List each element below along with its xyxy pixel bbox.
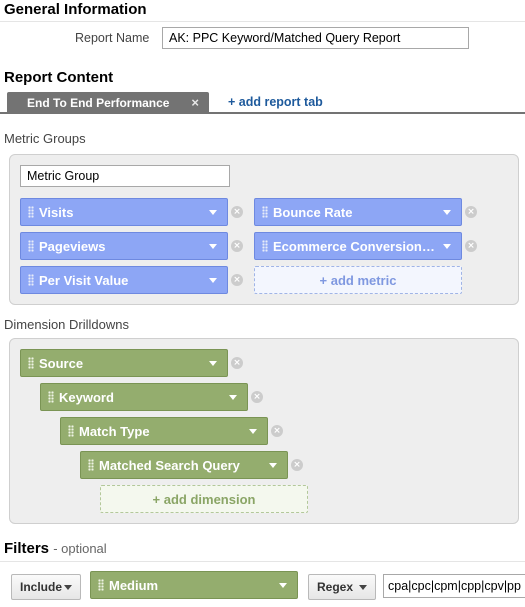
dimension-chip-match-type[interactable]: Match Type xyxy=(60,417,268,445)
add-dimension-button[interactable]: + add dimension xyxy=(100,485,308,513)
drag-handle-icon[interactable] xyxy=(28,357,34,369)
include-label: Include xyxy=(20,580,63,594)
metric-chip-ecommerce-conversion-rate[interactable]: Ecommerce Conversion Rate xyxy=(254,232,462,260)
add-report-tab-link[interactable]: + add report tab xyxy=(228,95,323,109)
metric-group-name-input[interactable] xyxy=(20,165,230,187)
report-name-input[interactable] xyxy=(162,27,469,49)
metric-chip-per-visit-value[interactable]: Per Visit Value xyxy=(20,266,228,294)
drag-handle-icon[interactable] xyxy=(28,206,34,218)
metric-label: Pageviews xyxy=(39,238,106,254)
drag-handle-icon[interactable] xyxy=(28,274,34,286)
remove-icon[interactable]: × xyxy=(291,459,303,471)
chevron-down-icon[interactable] xyxy=(443,243,451,249)
drag-handle-icon[interactable] xyxy=(28,240,34,252)
filters-heading: Filters - optional xyxy=(4,540,107,557)
dimension-label: Keyword xyxy=(59,389,114,405)
chevron-down-icon xyxy=(359,584,367,590)
chevron-down-icon[interactable] xyxy=(279,582,287,588)
chevron-down-icon[interactable] xyxy=(249,428,257,434)
metric-label: Bounce Rate xyxy=(273,204,353,220)
drag-handle-icon[interactable] xyxy=(88,459,94,471)
dimension-drilldowns-label: Dimension Drilldowns xyxy=(4,317,129,332)
close-icon[interactable]: × xyxy=(191,95,199,110)
add-metric-button[interactable]: + add metric xyxy=(254,266,462,294)
filter-dimension-label: Medium xyxy=(109,577,159,593)
metric-label: Per Visit Value xyxy=(39,272,129,288)
dimension-label: Matched Search Query xyxy=(99,457,240,473)
metric-chip-bounce-rate[interactable]: Bounce Rate xyxy=(254,198,462,226)
chevron-down-icon[interactable] xyxy=(269,462,277,468)
metric-label: Visits xyxy=(39,204,74,220)
tab-label: End To End Performance xyxy=(27,95,170,110)
divider xyxy=(0,561,525,562)
remove-icon[interactable]: × xyxy=(231,206,243,218)
filter-dimension-chip[interactable]: Medium xyxy=(90,571,298,599)
chevron-down-icon[interactable] xyxy=(229,394,237,400)
metric-label: Ecommerce Conversion Rate xyxy=(273,238,437,254)
chevron-down-icon[interactable] xyxy=(209,243,217,249)
remove-icon[interactable]: × xyxy=(231,274,243,286)
remove-icon[interactable]: × xyxy=(231,240,243,252)
chevron-down-icon[interactable] xyxy=(209,209,217,215)
drag-handle-icon[interactable] xyxy=(98,579,104,591)
optional-note: - optional xyxy=(53,541,107,556)
filter-value-input[interactable] xyxy=(383,574,525,598)
include-exclude-dropdown[interactable]: Include xyxy=(11,574,81,600)
dimension-chip-matched-search-query[interactable]: Matched Search Query xyxy=(80,451,288,479)
remove-icon[interactable]: × xyxy=(465,206,477,218)
filters-title: Filters xyxy=(4,540,50,557)
remove-icon[interactable]: × xyxy=(251,391,263,403)
chevron-down-icon xyxy=(64,584,72,590)
remove-icon[interactable]: × xyxy=(271,425,283,437)
dimension-label: Match Type xyxy=(79,423,150,439)
metric-chip-visits[interactable]: Visits xyxy=(20,198,228,226)
tab-bar-underline xyxy=(0,112,525,114)
remove-icon[interactable]: × xyxy=(231,357,243,369)
tab-end-to-end-performance[interactable]: End To End Performance × xyxy=(7,92,209,113)
chevron-down-icon[interactable] xyxy=(209,277,217,283)
match-type-label: Regex xyxy=(317,580,354,594)
metric-groups-label: Metric Groups xyxy=(4,131,86,146)
divider xyxy=(0,21,525,22)
general-info-heading: General Information xyxy=(4,1,147,18)
report-name-label: Report Name xyxy=(75,31,150,45)
metric-chip-pageviews[interactable]: Pageviews xyxy=(20,232,228,260)
chevron-down-icon[interactable] xyxy=(443,209,451,215)
report-content-heading: Report Content xyxy=(4,69,114,86)
remove-icon[interactable]: × xyxy=(465,240,477,252)
drag-handle-icon[interactable] xyxy=(262,206,268,218)
match-type-dropdown[interactable]: Regex xyxy=(308,574,376,600)
drag-handle-icon[interactable] xyxy=(48,391,54,403)
chevron-down-icon[interactable] xyxy=(209,360,217,366)
drag-handle-icon[interactable] xyxy=(262,240,268,252)
dimension-label: Source xyxy=(39,355,84,371)
dimension-chip-keyword[interactable]: Keyword xyxy=(40,383,248,411)
drag-handle-icon[interactable] xyxy=(68,425,74,437)
dimension-chip-source[interactable]: Source xyxy=(20,349,228,377)
